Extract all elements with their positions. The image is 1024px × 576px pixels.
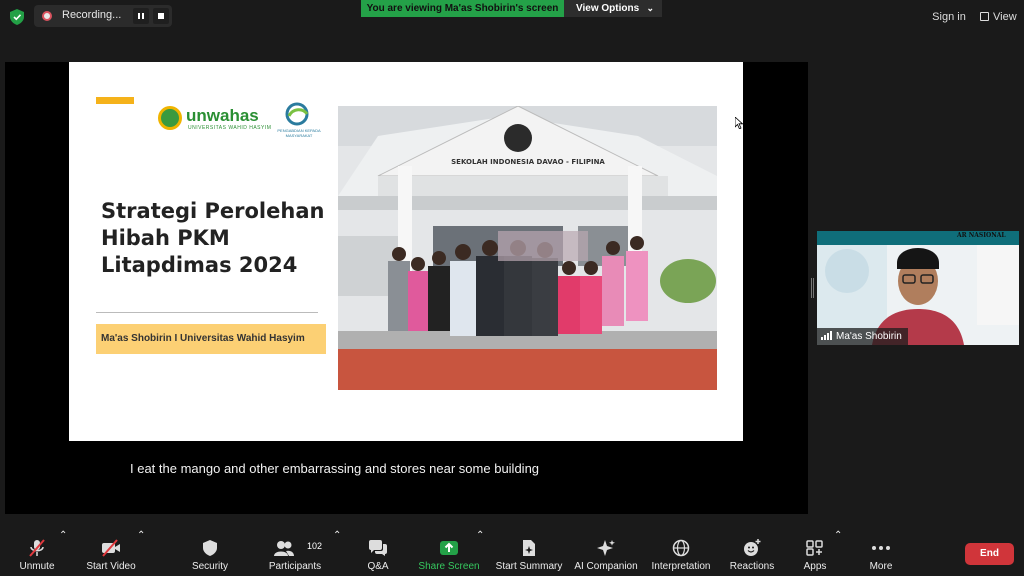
logo-wordmark: unwahas — [186, 106, 259, 125]
security-label: Security — [191, 561, 229, 572]
panel-resize-handle[interactable] — [811, 278, 814, 298]
start-video-label: Start Video — [86, 561, 136, 572]
slide-title: Strategi Perolehan Hibah PKM Litapdimas … — [101, 199, 325, 277]
top-bar: Recording... You are viewing Ma'as Shobi… — [0, 0, 1024, 34]
share-screen-label: Share Screen — [418, 561, 480, 572]
chat-bubbles-icon — [369, 540, 387, 556]
stop-recording-button[interactable] — [153, 8, 169, 24]
signal-strength-icon — [821, 331, 833, 340]
interpretation-button[interactable]: Interpretation — [647, 530, 715, 576]
globe-icon — [672, 539, 690, 557]
sparkle-icon — [597, 540, 615, 556]
participants-chevron-icon[interactable]: ⌃ — [333, 530, 341, 576]
pkm-logo-subtitle: PENGABDIAN KEPADA MASYARAKAT — [277, 128, 321, 138]
view-button[interactable]: View — [974, 8, 1018, 26]
layout-icon — [980, 12, 989, 21]
shield-icon — [203, 540, 217, 556]
ai-companion-label: AI Companion — [574, 561, 638, 572]
stop-icon — [158, 13, 164, 19]
microphone-muted-icon — [29, 539, 45, 557]
slide-author: Ma'as Shobirin I Universitas Wahid Hasyi… — [96, 324, 326, 354]
group-photo: SEKOLAH INDONESIA DAVAO - FILIPINA — [338, 106, 717, 390]
apps-icon — [806, 540, 823, 556]
meeting-toolbar: Unmute ⌃ Start Video ⌃ Security 102 Part… — [0, 530, 1024, 576]
reactions-label: Reactions — [729, 561, 775, 572]
ai-companion-button[interactable]: AI Companion — [572, 530, 640, 576]
apps-label: Apps — [803, 561, 827, 572]
participant-name-tag: Ma'as Shobirin — [817, 328, 908, 345]
share-options-chevron-icon[interactable]: ⌃ — [476, 530, 484, 576]
qa-label: Q&A — [367, 561, 389, 572]
view-options-button[interactable]: View Options ⌄ — [564, 0, 662, 17]
live-caption: I eat the mango and other embarrassing a… — [130, 461, 540, 476]
shield-icon[interactable] — [10, 9, 24, 25]
share-screen-button[interactable]: Share Screen — [418, 530, 480, 576]
viewing-banner: You are viewing Ma'as Shobirin's screen — [361, 0, 564, 17]
summary-document-icon — [523, 540, 535, 556]
participant-name: Ma'as Shobirin — [836, 331, 902, 342]
more-dots-icon — [872, 546, 890, 550]
more-button[interactable]: More — [862, 530, 900, 576]
view-label: View — [993, 11, 1017, 23]
audio-options-chevron-icon[interactable]: ⌃ — [59, 530, 67, 576]
unwahas-logo — [158, 106, 182, 130]
accent-bar — [96, 97, 134, 104]
share-screen-icon — [440, 541, 458, 555]
reactions-button[interactable]: Reactions — [726, 530, 778, 576]
start-summary-label: Start Summary — [495, 561, 563, 572]
presentation-slide: unwahas UNIVERSITAS WAHID HASYIM PENGABD… — [69, 62, 743, 441]
unmute-label: Unmute — [19, 561, 55, 572]
photo-sign-text: SEKOLAH INDONESIA DAVAO - FILIPINA — [451, 158, 605, 166]
video-options-chevron-icon[interactable]: ⌃ — [137, 530, 145, 576]
more-label: More — [869, 561, 893, 572]
view-options-label: View Options — [576, 3, 640, 14]
unmute-button[interactable]: Unmute — [10, 530, 64, 576]
end-meeting-button[interactable]: End — [965, 543, 1014, 565]
qa-button[interactable]: Q&A — [358, 530, 398, 576]
participants-icon — [273, 541, 294, 556]
participants-button[interactable]: 102 Participants — [264, 530, 326, 576]
logo-subtitle: UNIVERSITAS WAHID HASYIM — [188, 125, 272, 131]
pause-recording-button[interactable] — [133, 8, 149, 24]
smiley-plus-icon — [744, 539, 761, 556]
start-video-button[interactable]: Start Video — [80, 530, 142, 576]
apps-button[interactable]: Apps — [800, 530, 830, 576]
apps-chevron-icon[interactable]: ⌃ — [834, 530, 842, 576]
sign-in-button[interactable]: Sign in — [928, 8, 970, 26]
pkm-logo — [285, 102, 309, 126]
security-button[interactable]: Security — [186, 530, 234, 576]
interpretation-label: Interpretation — [651, 561, 711, 572]
start-summary-button[interactable]: Start Summary — [494, 530, 564, 576]
chevron-down-icon: ⌄ — [646, 3, 654, 13]
participant-video[interactable]: AR NASIONAL Ma'as Shobirin — [817, 231, 1019, 345]
participants-count: 102 — [307, 541, 323, 551]
camera-banner-text: AR NASIONAL — [957, 232, 1006, 239]
pause-icon — [138, 13, 140, 19]
mouse-pointer-icon — [735, 117, 743, 129]
participants-label: Participants — [268, 561, 322, 572]
recording-label: Recording... — [62, 9, 122, 21]
video-camera-off-icon — [102, 539, 120, 557]
recording-indicator: Recording... — [34, 5, 172, 27]
recording-dot-icon — [42, 11, 52, 21]
divider — [96, 312, 318, 313]
